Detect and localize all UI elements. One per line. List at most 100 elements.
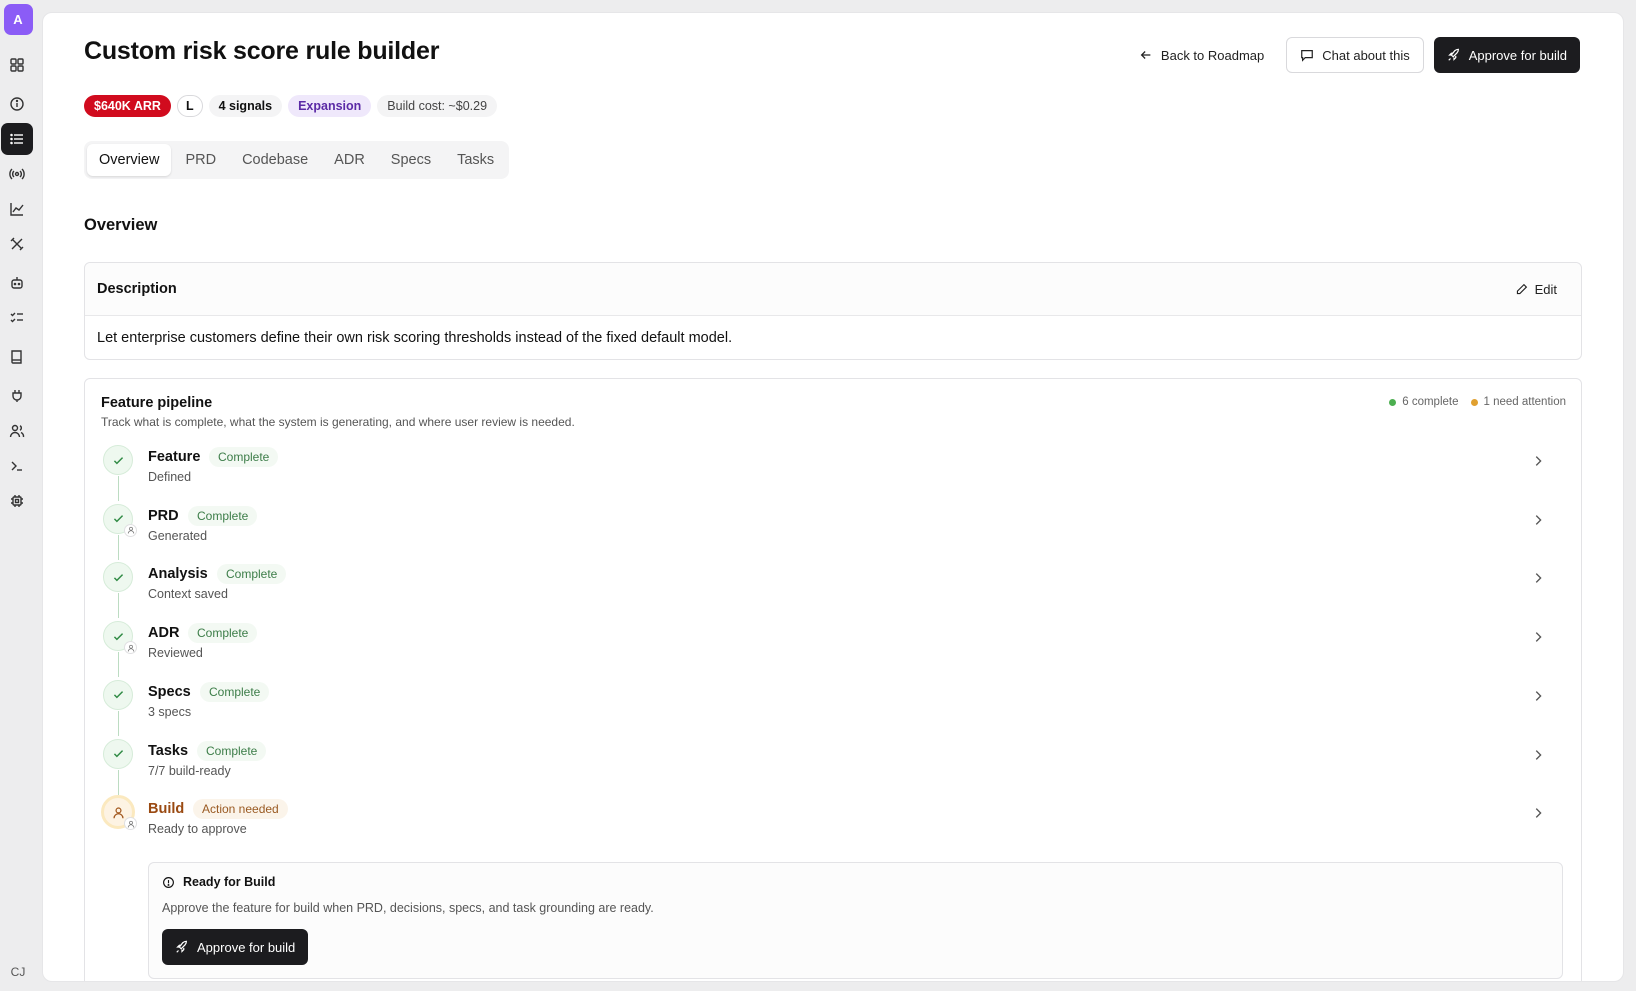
- chevron-right-icon[interactable]: [1531, 748, 1545, 762]
- step-detail: Context saved: [148, 587, 228, 602]
- approve-for-build-label: Approve for build: [1468, 47, 1567, 63]
- check-icon: [103, 562, 133, 593]
- legend-attention-label: 1 need attention: [1483, 396, 1567, 408]
- feature-pipeline-card: Feature pipeline Track what is complete,…: [84, 378, 1582, 981]
- legend-complete-label: 6 complete: [1402, 396, 1459, 408]
- info-icon[interactable]: [1, 88, 33, 120]
- step-detail: Defined: [148, 470, 192, 484]
- step-name: ADR: [148, 625, 180, 642]
- tab-tasks[interactable]: Tasks: [445, 144, 506, 176]
- step-name: Tasks: [148, 742, 189, 759]
- check-icon: [103, 738, 133, 769]
- pipeline-step-tasks[interactable]: Tasks Complete 7/7 build-ready: [85, 736, 1581, 795]
- tab-specs[interactable]: Specs: [379, 144, 443, 176]
- user-review-icon: [124, 523, 137, 537]
- step-detail: Ready to approve: [148, 822, 247, 837]
- step-status-badge: Complete: [188, 505, 258, 526]
- chevron-right-icon[interactable]: [1531, 806, 1545, 820]
- pipeline-step-analysis[interactable]: Analysis Complete Context saved: [85, 559, 1581, 619]
- step-status-badge: Complete: [200, 681, 270, 702]
- build-cost-badge: Build cost: ~$0.29: [377, 95, 498, 117]
- user-avatar[interactable]: CJ: [0, 965, 36, 979]
- workspace-logo[interactable]: A: [3, 4, 33, 35]
- pipeline-connector: [118, 476, 119, 501]
- description-label: Description: [97, 281, 177, 297]
- ready-title: Ready for Build: [183, 875, 276, 889]
- pipeline-connector: [118, 593, 119, 619]
- chevron-right-icon[interactable]: [1531, 513, 1545, 527]
- feature-badges: $640K ARR L 4 signals Expansion Build co…: [84, 95, 498, 117]
- chevron-right-icon[interactable]: [1531, 571, 1545, 585]
- description-text: Let enterprise customers define their ow…: [97, 330, 733, 346]
- step-name: Analysis: [148, 566, 208, 583]
- check-icon: [103, 445, 133, 475]
- pipeline-connector: [118, 534, 119, 560]
- pipeline-step-build[interactable]: Build Action needed Ready to approve: [85, 794, 1581, 852]
- step-name: PRD: [148, 507, 179, 524]
- back-to-roadmap-button[interactable]: Back to Roadmap: [1127, 37, 1276, 73]
- pipeline-step-prd[interactable]: PRD Complete Generated: [85, 501, 1581, 560]
- description-header: Description Edit: [85, 263, 1581, 316]
- chevron-right-icon[interactable]: [1531, 454, 1545, 468]
- pipeline-legend: 6 complete 1 need attention: [1389, 396, 1566, 408]
- step-detail: 7/7 build-ready: [148, 763, 231, 778]
- checklist-icon[interactable]: [1, 302, 33, 334]
- step-name: Specs: [148, 683, 191, 700]
- main-panel: Custom risk score rule builder Back to R…: [42, 12, 1624, 982]
- ready-approve-label: Approve for build: [197, 939, 296, 955]
- pipeline-step-specs[interactable]: Specs Complete 3 specs: [85, 677, 1581, 736]
- step-detail: 3 specs: [148, 704, 192, 719]
- page-title: Custom risk score rule builder: [84, 37, 440, 65]
- edit-description-button[interactable]: Edit: [1503, 278, 1569, 301]
- pipeline-step-feature[interactable]: Feature Complete Defined: [85, 442, 1581, 501]
- arrow-left-icon: [1140, 51, 1151, 59]
- edit-label: Edit: [1534, 281, 1557, 297]
- attention-dot-icon: [1470, 398, 1478, 406]
- step-status-badge: Complete: [217, 564, 287, 585]
- robot-icon[interactable]: [1, 267, 33, 299]
- tab-adr[interactable]: ADR: [322, 144, 377, 176]
- approve-for-build-button[interactable]: Approve for build: [1433, 37, 1580, 73]
- icon-rail: A CJ: [0, 0, 36, 991]
- step-detail: Generated: [148, 528, 208, 543]
- pipeline-connector: [118, 652, 119, 678]
- rocket-icon: [176, 940, 187, 953]
- step-name: Feature: [148, 449, 201, 465]
- tab-codebase[interactable]: Codebase: [230, 144, 320, 176]
- category-badge: Expansion: [288, 95, 372, 117]
- alert-circle-icon: [163, 876, 174, 888]
- chip-icon[interactable]: [1, 485, 33, 517]
- section-title: Overview: [84, 216, 158, 234]
- chevron-right-icon[interactable]: [1531, 630, 1545, 644]
- terminal-icon[interactable]: [1, 450, 33, 482]
- chat-about-this-button[interactable]: Chat about this: [1286, 37, 1424, 73]
- back-to-roadmap-label: Back to Roadmap: [1160, 47, 1265, 63]
- users-icon[interactable]: [1, 415, 33, 447]
- list-icon[interactable]: [1, 123, 33, 155]
- tab-overview[interactable]: Overview: [87, 144, 172, 176]
- signals-badge: 4 signals: [208, 95, 283, 117]
- pipeline-step-adr[interactable]: ADR Complete Reviewed: [85, 618, 1581, 678]
- broadcast-icon[interactable]: [1, 158, 33, 190]
- header-actions: Back to Roadmap Chat about this Approve …: [1127, 37, 1580, 73]
- description-card: Description Edit Let enterprise customer…: [84, 262, 1582, 360]
- book-icon[interactable]: [1, 341, 33, 373]
- pipeline-connector: [118, 769, 119, 795]
- check-icon: [103, 679, 133, 710]
- tab-prd[interactable]: PRD: [173, 144, 228, 176]
- grid-icon[interactable]: [1, 49, 33, 81]
- user-review-icon: [124, 817, 137, 831]
- tools-icon[interactable]: [1, 228, 33, 260]
- pipeline-subtitle: Track what is complete, what the system …: [101, 415, 575, 429]
- chat-bubble-icon: [1301, 50, 1314, 62]
- chevron-right-icon[interactable]: [1531, 689, 1545, 703]
- tab-bar: Overview PRD Codebase ADR Specs Tasks: [84, 141, 510, 179]
- plug-icon[interactable]: [1, 380, 33, 412]
- chart-line-icon[interactable]: [1, 193, 33, 225]
- step-status-badge: Action needed: [193, 799, 288, 820]
- ready-approve-for-build-button[interactable]: Approve for build: [162, 929, 309, 965]
- step-name: Build: [148, 801, 185, 818]
- size-badge: L: [176, 95, 203, 117]
- ready-title-row: Ready for Build: [162, 875, 275, 889]
- legend-complete: 6 complete: [1389, 396, 1459, 408]
